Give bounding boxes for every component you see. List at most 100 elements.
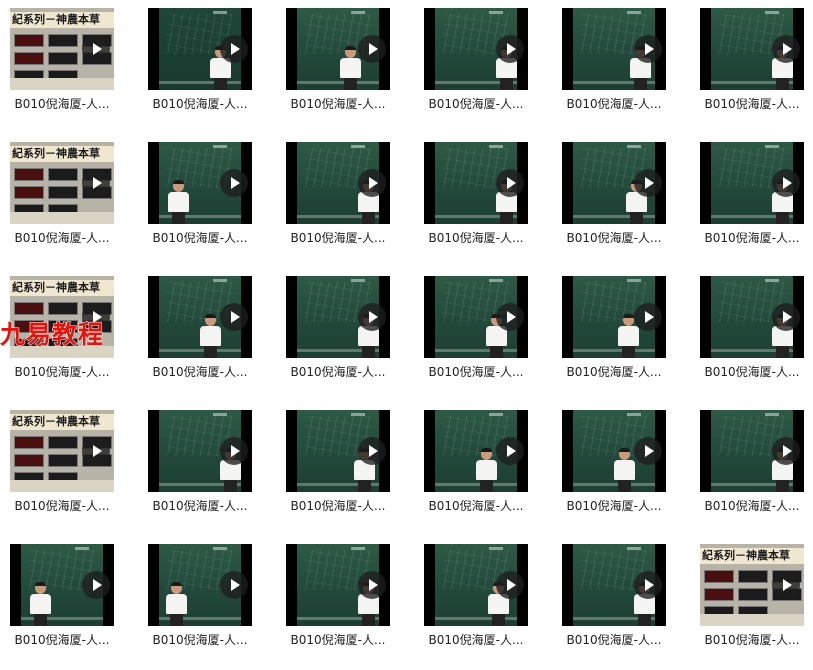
file-name-label[interactable]: B010倪海厦-人...: [138, 363, 262, 380]
play-icon[interactable]: [496, 169, 524, 197]
video-file-item[interactable]: B010倪海厦-人...: [414, 134, 552, 268]
file-name-label[interactable]: B010倪海厦-人...: [552, 631, 676, 648]
video-file-item[interactable]: B010倪海厦-人...: [690, 402, 813, 536]
video-thumbnail[interactable]: [424, 544, 528, 626]
video-thumbnail[interactable]: [562, 8, 666, 90]
play-icon[interactable]: [634, 169, 662, 197]
video-file-item[interactable]: 紀系列－神農本草 B010倪海厦-人...: [0, 402, 138, 536]
video-file-item[interactable]: B010倪海厦-人...: [414, 0, 552, 134]
video-file-item[interactable]: B010倪海厦-人...: [552, 134, 690, 268]
video-thumbnail[interactable]: [10, 544, 114, 626]
file-name-label[interactable]: B010倪海厦-人...: [0, 229, 124, 246]
play-icon[interactable]: [634, 437, 662, 465]
video-thumbnail[interactable]: [562, 142, 666, 224]
file-name-label[interactable]: B010倪海厦-人...: [552, 95, 676, 112]
play-icon[interactable]: [358, 571, 386, 599]
play-icon[interactable]: [358, 169, 386, 197]
video-thumbnail[interactable]: 紀系列－神農本草: [10, 8, 114, 90]
play-icon[interactable]: [496, 437, 524, 465]
file-name-label[interactable]: B010倪海厦-人...: [690, 631, 813, 648]
video-thumbnail[interactable]: [424, 410, 528, 492]
file-name-label[interactable]: B010倪海厦-人...: [276, 363, 400, 380]
video-file-item[interactable]: B010倪海厦-人...: [276, 134, 414, 268]
file-name-label[interactable]: B010倪海厦-人...: [276, 631, 400, 648]
file-name-label[interactable]: B010倪海厦-人...: [138, 229, 262, 246]
video-thumbnail[interactable]: [286, 276, 390, 358]
play-icon[interactable]: [220, 437, 248, 465]
file-name-label[interactable]: B010倪海厦-人...: [414, 95, 538, 112]
video-thumbnail[interactable]: [286, 142, 390, 224]
video-thumbnail[interactable]: 紀系列－神農本草: [10, 410, 114, 492]
video-file-item[interactable]: B010倪海厦-人...: [276, 402, 414, 536]
file-name-label[interactable]: B010倪海厦-人...: [552, 229, 676, 246]
play-icon[interactable]: [82, 571, 110, 599]
file-name-label[interactable]: B010倪海厦-人...: [276, 229, 400, 246]
video-file-item[interactable]: B010倪海厦-人...: [276, 268, 414, 402]
video-file-item[interactable]: B010倪海厦-人...: [552, 402, 690, 536]
play-icon[interactable]: [358, 35, 386, 63]
video-file-item[interactable]: B010倪海厦-人...: [138, 536, 276, 670]
video-thumbnail[interactable]: [700, 410, 804, 492]
play-icon[interactable]: [772, 169, 800, 197]
play-icon[interactable]: [496, 303, 524, 331]
video-file-item[interactable]: 紀系列－神農本草 B010倪海厦-人...: [0, 0, 138, 134]
video-thumbnail[interactable]: [286, 544, 390, 626]
video-thumbnail[interactable]: [148, 8, 252, 90]
video-thumbnail[interactable]: [424, 142, 528, 224]
play-icon[interactable]: [634, 303, 662, 331]
file-name-label[interactable]: B010倪海厦-人...: [690, 363, 813, 380]
play-icon[interactable]: [772, 437, 800, 465]
video-thumbnail[interactable]: [562, 410, 666, 492]
video-file-item[interactable]: B010倪海厦-人...: [414, 268, 552, 402]
file-name-label[interactable]: B010倪海厦-人...: [138, 95, 262, 112]
play-icon[interactable]: [496, 35, 524, 63]
file-name-label[interactable]: B010倪海厦-人...: [414, 497, 538, 514]
video-thumbnail[interactable]: [562, 276, 666, 358]
video-thumbnail[interactable]: [700, 276, 804, 358]
video-thumbnail[interactable]: [148, 276, 252, 358]
video-thumbnail[interactable]: [700, 8, 804, 90]
play-icon[interactable]: [358, 303, 386, 331]
file-name-label[interactable]: B010倪海厦-人...: [138, 497, 262, 514]
video-file-item[interactable]: 紀系列－神農本草 B010倪海厦-人...: [690, 536, 813, 670]
file-name-label[interactable]: B010倪海厦-人...: [0, 95, 124, 112]
video-file-item[interactable]: B010倪海厦-人...: [690, 134, 813, 268]
video-file-item[interactable]: 紀系列－神農本草 B010倪海厦-人...: [0, 134, 138, 268]
video-file-item[interactable]: B010倪海厦-人...: [138, 268, 276, 402]
video-thumbnail[interactable]: 紀系列－神農本草: [700, 544, 804, 626]
video-file-item[interactable]: B010倪海厦-人...: [276, 0, 414, 134]
file-name-label[interactable]: B010倪海厦-人...: [276, 95, 400, 112]
file-name-label[interactable]: B010倪海厦-人...: [552, 363, 676, 380]
video-file-item[interactable]: B010倪海厦-人...: [138, 134, 276, 268]
play-icon[interactable]: [634, 35, 662, 63]
play-icon[interactable]: [496, 571, 524, 599]
play-icon[interactable]: [82, 169, 110, 197]
play-icon[interactable]: [220, 303, 248, 331]
video-file-item[interactable]: B010倪海厦-人...: [138, 0, 276, 134]
file-name-label[interactable]: B010倪海厦-人...: [414, 229, 538, 246]
file-name-label[interactable]: B010倪海厦-人...: [414, 363, 538, 380]
file-name-label[interactable]: B010倪海厦-人...: [690, 229, 813, 246]
play-icon[interactable]: [220, 35, 248, 63]
file-name-label[interactable]: B010倪海厦-人...: [690, 497, 813, 514]
play-icon[interactable]: [772, 303, 800, 331]
video-thumbnail[interactable]: [562, 544, 666, 626]
video-thumbnail[interactable]: [286, 410, 390, 492]
play-icon[interactable]: [82, 35, 110, 63]
file-name-label[interactable]: B010倪海厦-人...: [552, 497, 676, 514]
file-name-label[interactable]: B010倪海厦-人...: [690, 95, 813, 112]
video-file-item[interactable]: B010倪海厦-人...: [690, 268, 813, 402]
video-thumbnail[interactable]: [148, 142, 252, 224]
video-file-item[interactable]: B010倪海厦-人...: [552, 268, 690, 402]
video-thumbnail[interactable]: [424, 8, 528, 90]
file-name-label[interactable]: B010倪海厦-人...: [414, 631, 538, 648]
file-name-label[interactable]: B010倪海厦-人...: [0, 631, 124, 648]
play-icon[interactable]: [358, 437, 386, 465]
file-name-label[interactable]: B010倪海厦-人...: [138, 631, 262, 648]
video-file-item[interactable]: B010倪海厦-人...: [0, 536, 138, 670]
video-file-item[interactable]: B010倪海厦-人...: [414, 536, 552, 670]
play-icon[interactable]: [634, 571, 662, 599]
file-name-label[interactable]: B010倪海厦-人...: [0, 363, 124, 380]
video-file-item[interactable]: B010倪海厦-人...: [552, 0, 690, 134]
video-thumbnail[interactable]: [424, 276, 528, 358]
